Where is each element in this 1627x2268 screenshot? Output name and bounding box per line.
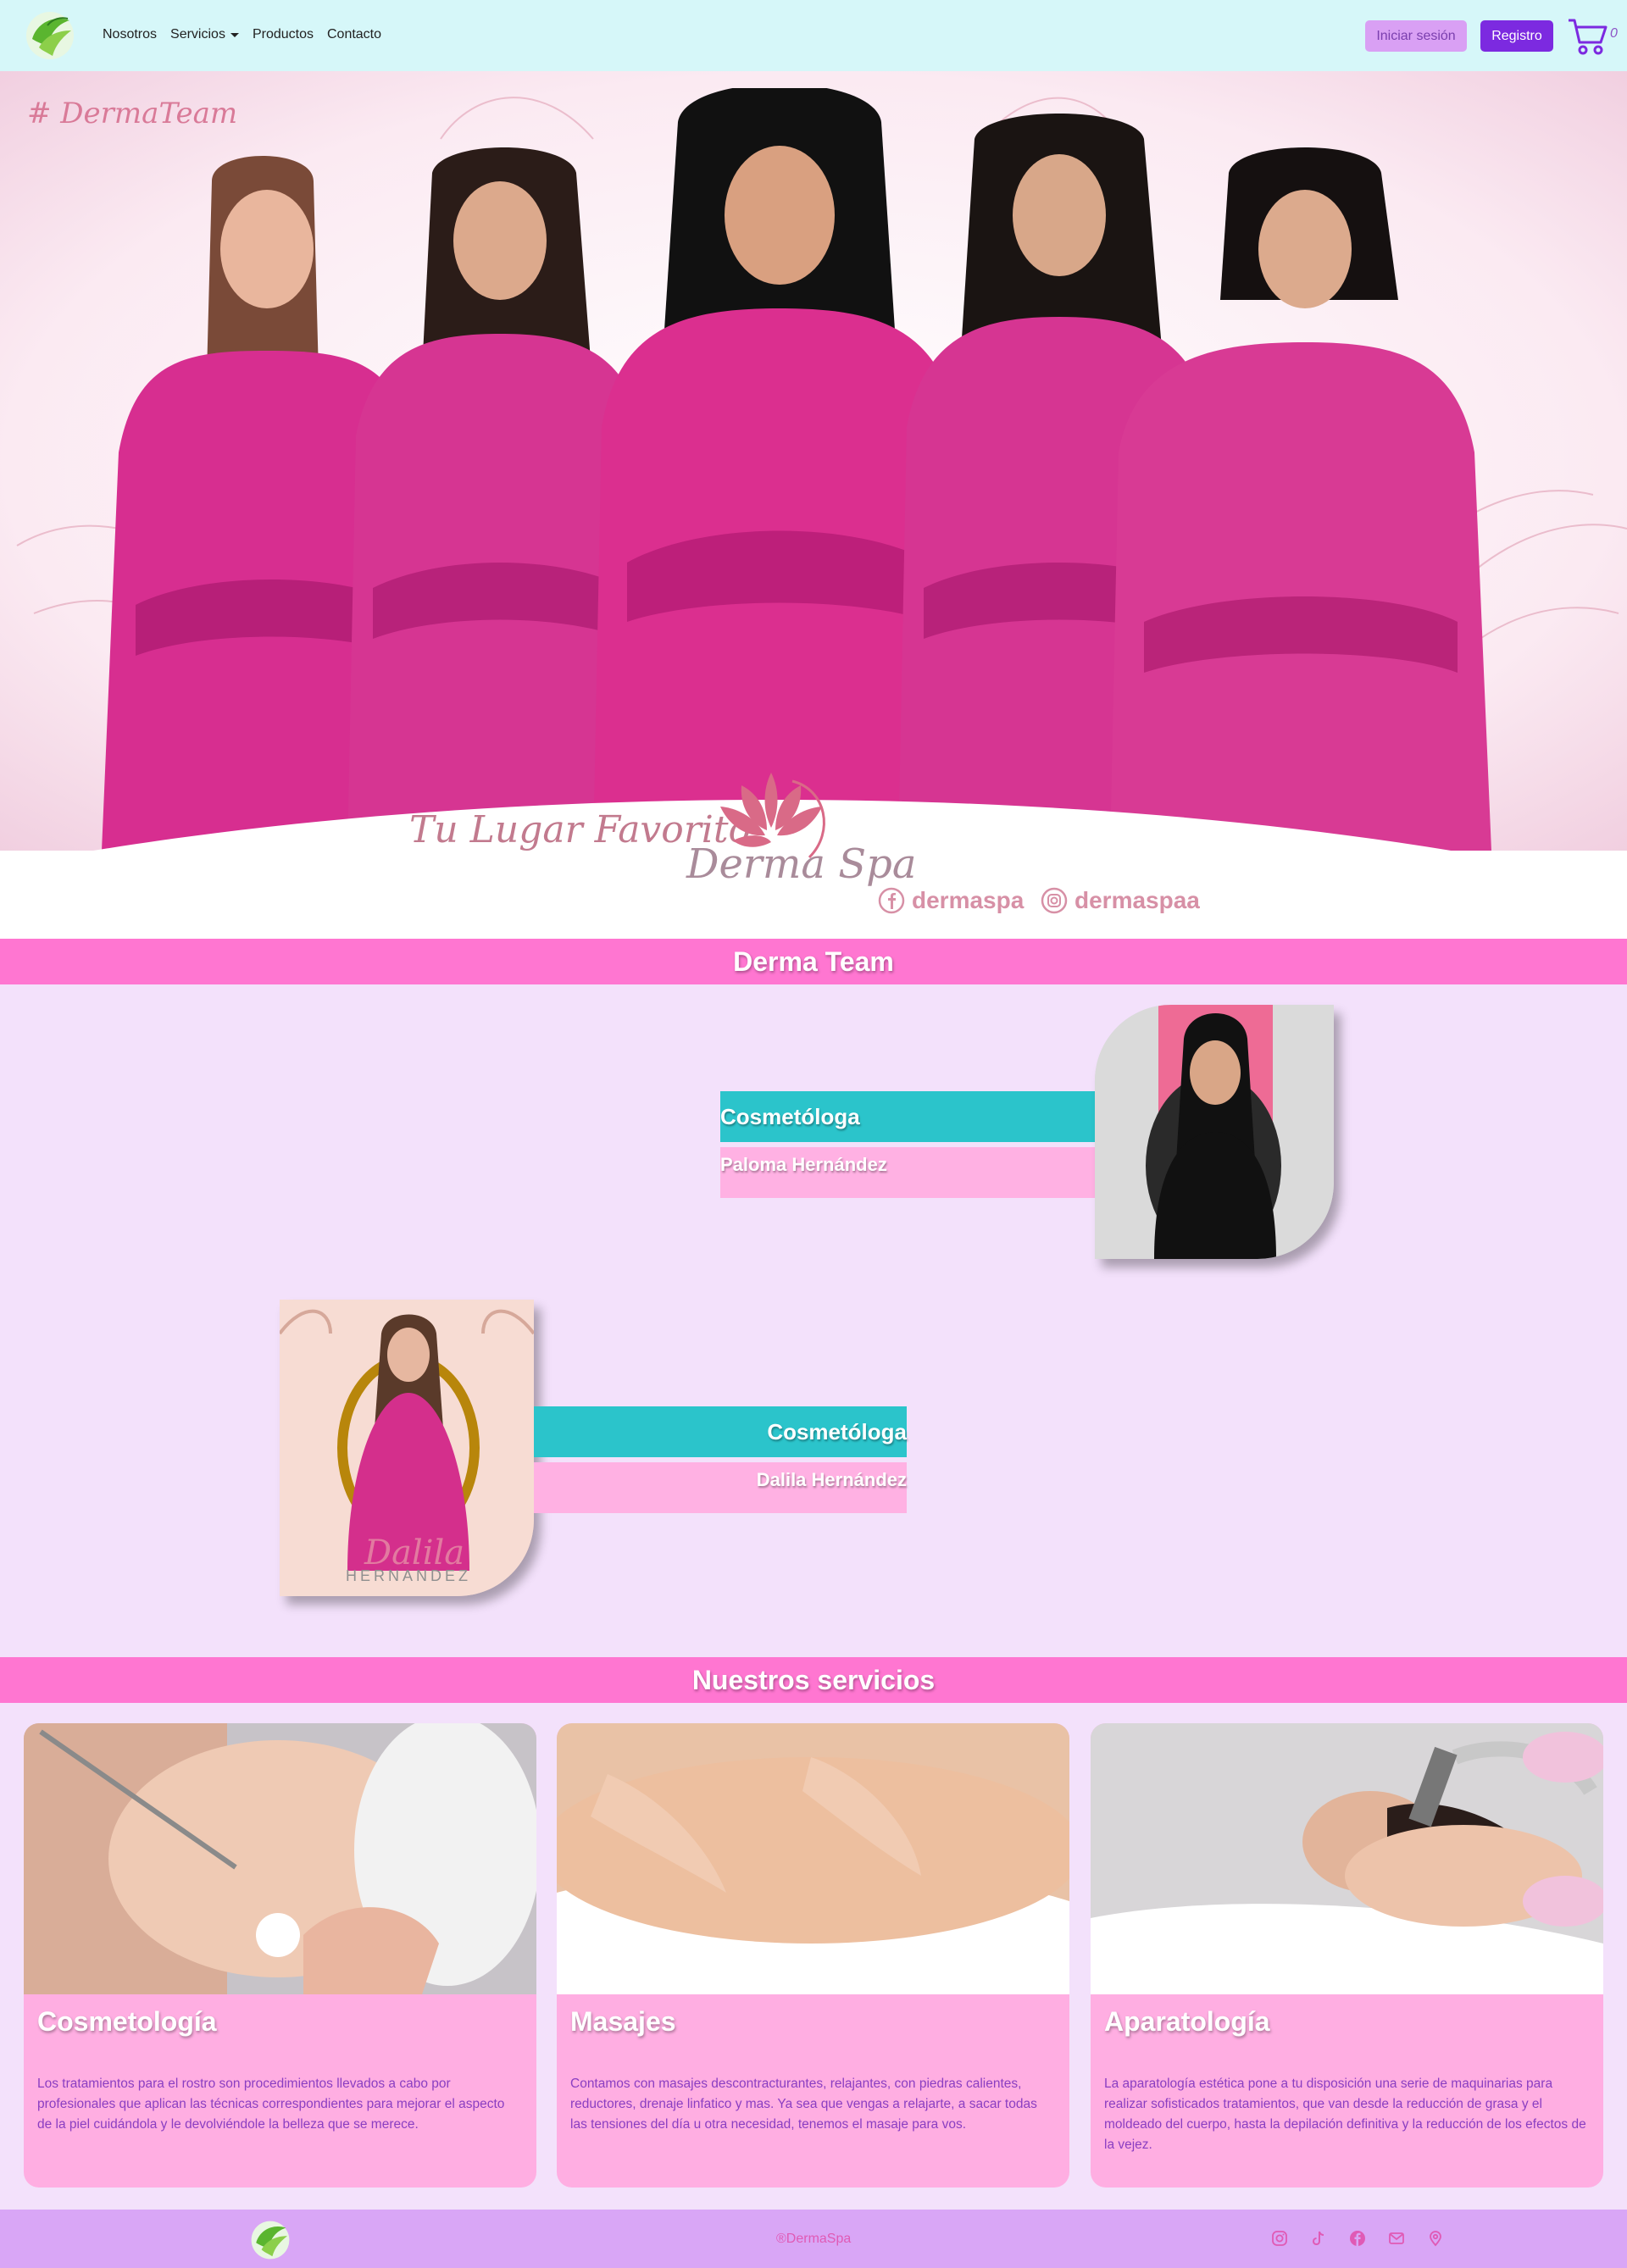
- service-photo: [24, 1723, 536, 1994]
- member-role: Cosmetóloga: [720, 1091, 1095, 1142]
- service-title: Aparatología: [1104, 2006, 1270, 2037]
- member-portrait: [1095, 1005, 1334, 1259]
- mail-icon[interactable]: [1388, 2230, 1405, 2247]
- logo-icon[interactable]: [22, 10, 78, 61]
- section-title-services: Nuestros servicios: [0, 1657, 1627, 1703]
- service-photo: [557, 1723, 1069, 1994]
- member-role: Cosmetóloga: [534, 1406, 907, 1457]
- facebook-icon[interactable]: [1349, 2230, 1366, 2247]
- member-portrait: Dalila HERNANDEZ: [280, 1300, 534, 1596]
- member-name: Paloma Hernández: [720, 1147, 1095, 1198]
- footer: ®DermaSpa: [0, 2210, 1627, 2268]
- service-card-aparatologia[interactable]: Aparatología La aparatología estética po…: [1091, 1723, 1603, 2188]
- hero-instagram-handle: dermaspaa: [1041, 887, 1200, 914]
- nav-link-contacto[interactable]: Contacto: [327, 27, 381, 42]
- footer-social-icons: [1271, 2230, 1444, 2247]
- nav-link-servicios[interactable]: Servicios: [170, 27, 239, 42]
- service-description: Contamos con masajes descontracturantes,…: [570, 2077, 1037, 2132]
- cart-count: 0: [1610, 26, 1618, 41]
- tiktok-icon[interactable]: [1310, 2230, 1327, 2247]
- team-section: Cosmetóloga Paloma Hernández Dalila HERN…: [0, 984, 1627, 1657]
- hero-facebook-handle: dermaspa: [878, 887, 1024, 914]
- facebook-handle: dermaspa: [912, 887, 1025, 913]
- portrait-caption: HERNANDEZ: [346, 1567, 472, 1584]
- service-card-cosmetologia[interactable]: Cosmetología Los tratamientos para el ro…: [24, 1723, 536, 2188]
- caret-down-icon: [230, 32, 239, 37]
- footer-logo-icon[interactable]: [247, 2220, 293, 2260]
- facebook-icon: [878, 887, 905, 914]
- nav-link-servicios-label: Servicios: [170, 27, 225, 42]
- service-card-masajes[interactable]: Masajes Contamos con masajes descontract…: [557, 1723, 1069, 2188]
- brand-wordmark: Derma Spa: [686, 840, 917, 888]
- register-button[interactable]: Registro: [1480, 20, 1553, 52]
- cart-icon[interactable]: [1567, 17, 1609, 56]
- member-name: Dalila Hernández: [534, 1462, 907, 1513]
- service-title: Cosmetología: [37, 2006, 217, 2037]
- service-description: La aparatología estética pone a tu dispo…: [1104, 2077, 1586, 2152]
- hero-hashtag: # DermaTeam: [27, 97, 238, 130]
- login-button[interactable]: Iniciar sesión: [1365, 20, 1467, 52]
- service-photo: [1091, 1723, 1603, 1994]
- nav-link-nosotros[interactable]: Nosotros: [103, 27, 157, 42]
- instagram-icon[interactable]: [1271, 2230, 1288, 2247]
- hero-banner: # DermaTeam Tu Lugar Favorito Derma Spa …: [0, 71, 1627, 939]
- footer-copyright: ®DermaSpa: [776, 2232, 852, 2246]
- navbar: Nosotros Servicios Productos Contacto In…: [0, 0, 1627, 71]
- section-title-team: Derma Team: [0, 939, 1627, 984]
- location-icon[interactable]: [1427, 2230, 1444, 2247]
- main-nav: Nosotros Servicios Productos Contacto: [103, 27, 395, 42]
- nav-link-productos[interactable]: Productos: [253, 27, 314, 42]
- service-title: Masajes: [570, 2006, 676, 2037]
- instagram-icon: [1041, 887, 1068, 914]
- service-description: Los tratamientos para el rostro son proc…: [37, 2077, 505, 2132]
- member-photo: [1095, 1005, 1334, 1259]
- instagram-handle: dermaspaa: [1074, 887, 1200, 913]
